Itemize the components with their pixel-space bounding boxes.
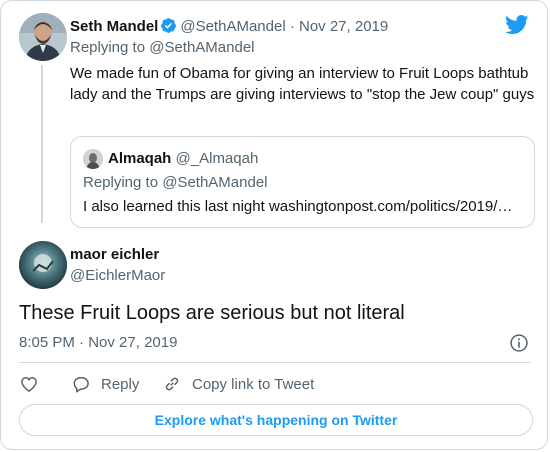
heart-icon — [21, 376, 37, 392]
reply-button[interactable]: Reply — [71, 374, 139, 394]
like-button[interactable] — [19, 374, 49, 394]
parent-tweet-text: We made fun of Obama for giving an inter… — [70, 65, 535, 103]
speech-bubble-icon — [73, 377, 89, 393]
quoted-replying-to: Replying to @SethAMandel — [83, 174, 268, 192]
tweet-time: 8:05 PM — [19, 334, 75, 351]
avatar-maor-eichler[interactable] — [19, 241, 67, 289]
quoted-author-name: Almaqah — [108, 150, 172, 167]
tweet-date[interactable]: Nov 27, 2019 — [299, 18, 388, 35]
reply-label: Reply — [101, 375, 140, 393]
copy-link-button[interactable]: Copy link to Tweet — [162, 374, 314, 394]
main-author-name[interactable]: maor eichler — [70, 246, 159, 264]
quoted-author-handle: @_Almaqah — [175, 150, 259, 167]
main-author-handle[interactable]: @EichlerMaor — [70, 267, 165, 285]
avatar-seth-mandel[interactable] — [19, 13, 67, 61]
quoted-replying-handle: @SethAMandel — [162, 174, 268, 191]
info-icon[interactable] — [509, 333, 529, 353]
twitter-bird-icon[interactable] — [505, 15, 529, 35]
link-icon — [165, 377, 179, 391]
author-name[interactable]: Seth Mandel — [70, 18, 158, 35]
thread-line — [41, 65, 43, 223]
main-tweet-timestamp[interactable]: 8:05 PM · Nov 27, 2019 — [19, 334, 177, 352]
replying-to: Replying to @SethAMandel — [70, 39, 255, 57]
explore-twitter-button[interactable]: Explore what's happening on Twitter — [19, 404, 533, 436]
parent-tweet-header: Seth Mandel @SethAMandel · Nov 27, 2019 — [70, 17, 388, 36]
avatar-almaqah — [83, 149, 103, 169]
separator-dot: · — [79, 334, 85, 351]
replying-prefix: Replying to — [70, 39, 146, 56]
verified-badge-icon — [161, 18, 177, 33]
author-handle[interactable]: @SethAMandel — [180, 18, 285, 35]
quoted-tweet-text: I also learned this last night washingto… — [83, 198, 513, 215]
main-tweet-text: These Fruit Loops are serious but not li… — [19, 302, 405, 324]
tweet-embed-card: Seth Mandel @SethAMandel · Nov 27, 2019 R… — [0, 0, 548, 450]
copy-link-label: Copy link to Tweet — [192, 375, 315, 393]
quoted-tweet[interactable]: Almaqah @_Almaqah Replying to @SethAMand… — [70, 136, 535, 228]
quoted-replying-prefix: Replying to — [83, 174, 159, 191]
divider — [19, 362, 531, 363]
separator-dot: · — [289, 18, 295, 35]
tweet-date: Nov 27, 2019 — [88, 334, 178, 351]
quoted-tweet-header: Almaqah @_Almaqah — [108, 150, 258, 168]
replying-handle[interactable]: @SethAMandel — [149, 39, 254, 56]
